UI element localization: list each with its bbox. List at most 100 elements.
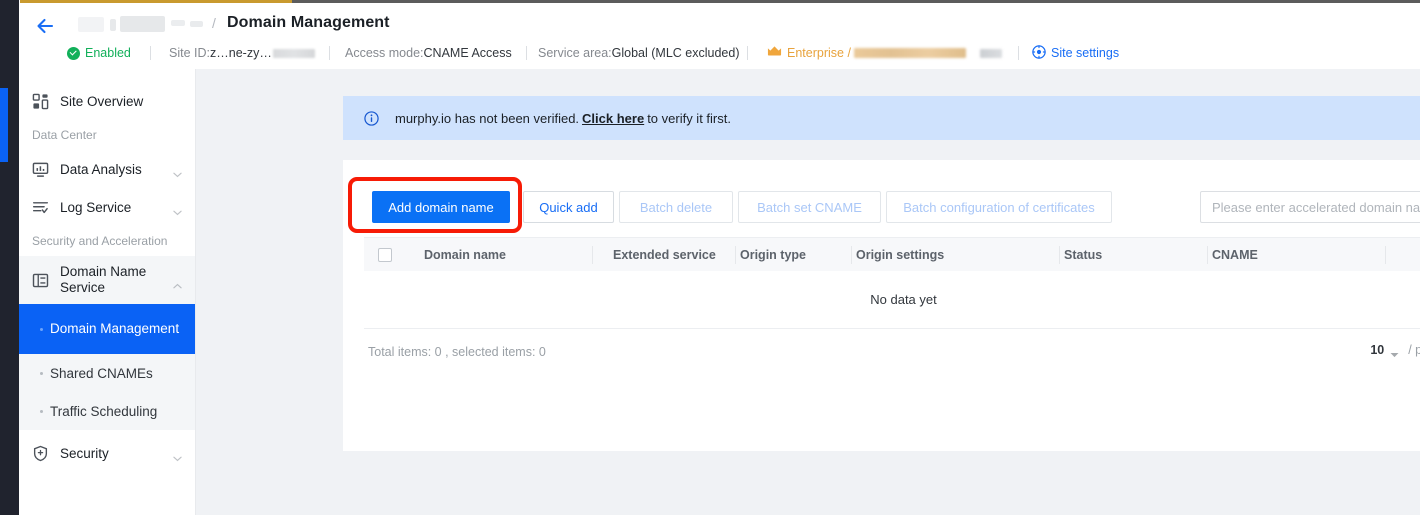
site-settings-button[interactable]: Site settings: [1032, 44, 1119, 62]
column-header-domain-name: Domain name: [424, 248, 506, 262]
gear-icon: [1032, 44, 1046, 62]
sidebar-section-domain-name-service: Domain Name Service Domain Management Sh…: [19, 256, 195, 430]
crown-icon: [767, 45, 782, 61]
sidebar-label: Security: [60, 445, 109, 461]
search-domain-field[interactable]: [1200, 191, 1420, 223]
page-size-suffix: / page: [1408, 343, 1420, 357]
status-site-id: Site ID: z…ne-zy…: [169, 44, 315, 62]
chevron-down-icon: [173, 166, 182, 178]
quick-add-button[interactable]: Quick add: [523, 191, 614, 223]
chevron-up-icon: [173, 277, 182, 289]
search-input[interactable]: [1201, 192, 1420, 222]
site-settings-label: Site settings: [1051, 46, 1120, 60]
sidebar-item-domain-management[interactable]: Domain Management: [19, 304, 195, 354]
status-enabled-label: Enabled: [85, 46, 131, 60]
service-area-value: Global (MLC excluded): [611, 46, 740, 60]
table-footer: Total items: 0 , selected items: 0 10 / …: [364, 329, 1420, 377]
batch-configuration-certificates-button: Batch configuration of certificates: [886, 191, 1112, 223]
status-access-mode: Access mode: CNAME Access: [345, 44, 512, 62]
monitor-chart-icon: [32, 161, 49, 178]
breadcrumb-redacted[interactable]: [74, 13, 209, 37]
total-items-text: Total items: 0 , selected items: 0: [368, 345, 546, 359]
banner-text-after: to verify it first.: [647, 110, 731, 126]
log-list-icon: [32, 199, 49, 216]
bullet-icon: [40, 371, 43, 375]
column-divider: [1207, 246, 1208, 264]
sidebar-group-security-acceleration: Security and Acceleration: [32, 234, 168, 248]
sidebar-item-site-overview[interactable]: Site Overview: [19, 82, 195, 120]
sidebar-item-log-service[interactable]: Log Service: [19, 188, 195, 226]
chevron-down-icon: [1390, 347, 1399, 358]
status-divider: [1018, 46, 1019, 60]
check-circle-icon: [67, 46, 80, 60]
add-domain-name-button[interactable]: Add domain name: [372, 191, 510, 223]
left-rail-active-marker: [0, 88, 8, 162]
verification-banner: murphy.io has not been verified. Click h…: [343, 96, 1420, 140]
column-divider: [851, 246, 852, 264]
column-divider: [735, 246, 736, 264]
sidebar-item-domain-name-service[interactable]: Domain Name Service: [19, 256, 195, 304]
plan-label: Enterprise /: [787, 46, 851, 60]
sidebar: Site Overview Data Center Data Analysis: [19, 69, 196, 515]
banner-text-before: murphy.io has not been verified.: [395, 110, 580, 126]
column-header-origin-type: Origin type: [740, 248, 806, 262]
sidebar-item-security[interactable]: Security: [19, 434, 195, 472]
sidebar-label: Traffic Scheduling: [50, 403, 158, 419]
domain-panel-icon: [32, 272, 49, 289]
banner-verify-link[interactable]: Click here: [582, 111, 644, 126]
status-divider: [150, 46, 151, 60]
status-divider: [526, 46, 527, 60]
status-plan[interactable]: Enterprise /: [767, 44, 1002, 62]
table-toolbar: Add domain name Quick add Batch delete B…: [343, 160, 1420, 245]
site-id-redaction: [272, 48, 315, 58]
sidebar-group-data-center: Data Center: [32, 128, 97, 142]
column-divider: [1385, 246, 1386, 264]
domain-table-card: Add domain name Quick add Batch delete B…: [343, 160, 1420, 451]
empty-state-text: No data yet: [870, 292, 937, 307]
column-header-cname: CNAME: [1212, 248, 1258, 262]
page-title: Domain Management: [227, 14, 390, 31]
column-divider: [1059, 246, 1060, 264]
bullet-icon: [40, 409, 43, 413]
plan-name-redaction: [853, 48, 966, 58]
table-body-empty: No data yet: [364, 271, 1420, 329]
bullet-icon: [40, 327, 43, 331]
site-id-value: z…ne-zy…: [210, 46, 272, 60]
plan-extra-redaction: [979, 48, 1002, 58]
sidebar-item-traffic-scheduling[interactable]: Traffic Scheduling: [19, 392, 195, 430]
access-mode-label: Access mode:: [345, 46, 424, 60]
table-header-row: Domain name Extended service Origin type…: [364, 237, 1420, 271]
sidebar-label: Data Analysis: [60, 161, 142, 177]
status-service-area: Service area: Global (MLC excluded): [538, 44, 740, 62]
select-all-checkbox[interactable]: [378, 248, 392, 262]
batch-delete-button: Batch delete: [619, 191, 733, 223]
back-arrow-icon[interactable]: [33, 14, 57, 38]
info-circle-icon: [364, 110, 379, 126]
column-header-origin-settings: Origin settings: [856, 248, 945, 262]
shield-icon: [32, 445, 49, 462]
batch-set-cname-button: Batch set CNAME: [738, 191, 881, 223]
sidebar-label: Log Service: [60, 199, 132, 215]
app-root: / Domain Management Enabled Site ID: z…ne…: [0, 0, 1420, 515]
status-divider: [329, 46, 330, 60]
column-header-extended-service: Extended service: [613, 248, 716, 262]
chevron-down-icon: [173, 204, 182, 216]
left-rail: [0, 0, 19, 515]
access-mode-value: CNAME Access: [423, 46, 512, 60]
column-divider: [592, 246, 593, 264]
status-divider: [747, 46, 748, 60]
dashboard-grid-icon: [32, 93, 49, 110]
page-size-value: 10: [1370, 343, 1385, 357]
site-id-label: Site ID:: [169, 46, 210, 60]
status-enabled: Enabled: [67, 44, 131, 62]
sidebar-label: Site Overview: [60, 93, 144, 109]
sidebar-label: Domain Management: [50, 321, 180, 336]
page-size-selector[interactable]: 10 / page: [1370, 343, 1420, 358]
sidebar-item-data-analysis[interactable]: Data Analysis: [19, 150, 195, 188]
sidebar-label: Shared CNAMEs: [50, 365, 153, 381]
chevron-down-icon: [173, 450, 182, 462]
sidebar-item-shared-cnames[interactable]: Shared CNAMEs: [19, 354, 195, 392]
service-area-label: Service area:: [538, 46, 612, 60]
column-header-status: Status: [1064, 248, 1103, 262]
breadcrumb-separator: /: [212, 15, 216, 31]
